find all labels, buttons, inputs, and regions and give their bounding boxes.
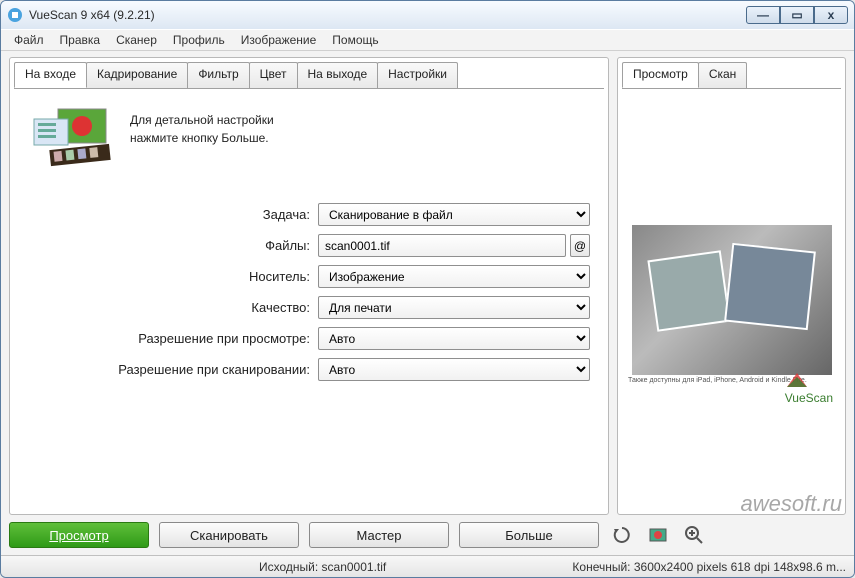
files-at-button[interactable]: @ xyxy=(570,234,590,257)
label-media: Носитель: xyxy=(28,269,318,284)
titlebar: VueScan 9 x64 (9.2.21) — ▭ х xyxy=(1,1,854,29)
tab-filter[interactable]: Фильтр xyxy=(187,62,249,88)
menu-file[interactable]: Файл xyxy=(7,31,51,49)
select-task[interactable]: Сканирование в файл xyxy=(318,203,590,226)
preview-tabs: Просмотр Скан xyxy=(622,62,841,88)
statusbar: Исходный: scan0001.tif Конечный: 3600x24… xyxy=(1,555,854,577)
menu-profile[interactable]: Профиль xyxy=(166,31,232,49)
close-button[interactable]: х xyxy=(814,6,848,24)
intro-text: Для детальной настройки нажмите кнопку Б… xyxy=(130,103,274,173)
color-icon[interactable] xyxy=(645,522,671,548)
menu-edit[interactable]: Правка xyxy=(53,31,108,49)
status-source: Исходный: scan0001.tif xyxy=(259,560,572,574)
row-media: Носитель: Изображение xyxy=(28,265,590,288)
label-quality: Качество: xyxy=(28,300,318,315)
preview-area[interactable]: Также доступны для iPad, iPhone, Android… xyxy=(622,88,841,510)
row-preview-res: Разрешение при просмотре: Авто xyxy=(28,327,590,350)
minimize-button[interactable]: — xyxy=(746,6,780,24)
row-files: Файлы: @ xyxy=(28,234,590,257)
preview-logo: VueScan xyxy=(785,371,833,405)
label-preview-res: Разрешение при просмотре: xyxy=(28,331,318,346)
intro-line1: Для детальной настройки xyxy=(130,111,274,129)
app-window: VueScan 9 x64 (9.2.21) — ▭ х Файл Правка… xyxy=(0,0,855,578)
window-title: VueScan 9 x64 (9.2.21) xyxy=(29,8,746,22)
tab-scan[interactable]: Скан xyxy=(698,62,747,88)
preview-image xyxy=(632,225,832,375)
maximize-button[interactable]: ▭ xyxy=(780,6,814,24)
intro-block: Для детальной настройки нажмите кнопку Б… xyxy=(28,103,590,173)
scan-button[interactable]: Сканировать xyxy=(159,522,299,548)
status-target: Конечный: 3600x2400 pixels 618 dpi 148x9… xyxy=(572,560,846,574)
preview-panel: Просмотр Скан Также доступны для iPad, i… xyxy=(617,57,846,515)
rotate-icon[interactable] xyxy=(609,522,635,548)
input-files[interactable] xyxy=(318,234,566,257)
menu-help[interactable]: Помощь xyxy=(325,31,385,49)
settings-tabs: На входе Кадрирование Фильтр Цвет На вых… xyxy=(14,62,604,88)
preview-button[interactable]: Просмотр xyxy=(9,522,149,548)
menubar: Файл Правка Сканер Профиль Изображение П… xyxy=(1,29,854,51)
zoom-icon[interactable] xyxy=(681,522,707,548)
menu-image[interactable]: Изображение xyxy=(234,31,324,49)
settings-panel: На входе Кадрирование Фильтр Цвет На вых… xyxy=(9,57,609,515)
menu-scanner[interactable]: Сканер xyxy=(109,31,164,49)
window-controls: — ▭ х xyxy=(746,6,848,24)
client-area: На входе Кадрирование Фильтр Цвет На вых… xyxy=(1,51,854,515)
tab-crop[interactable]: Кадрирование xyxy=(86,62,188,88)
tab-input[interactable]: На входе xyxy=(14,62,87,88)
intro-line2: нажмите кнопку Больше. xyxy=(130,129,274,147)
row-scan-res: Разрешение при сканировании: Авто xyxy=(28,358,590,381)
label-scan-res: Разрешение при сканировании: xyxy=(28,362,318,377)
action-bar: Просмотр Сканировать Мастер Больше aweso… xyxy=(1,515,854,555)
select-scan-res[interactable]: Авто xyxy=(318,358,590,381)
label-task: Задача: xyxy=(28,207,318,222)
tab-output[interactable]: На выходе xyxy=(297,62,379,88)
label-files: Файлы: xyxy=(28,238,318,253)
select-media[interactable]: Изображение xyxy=(318,265,590,288)
tab-preview[interactable]: Просмотр xyxy=(622,62,699,88)
select-quality[interactable]: Для печати xyxy=(318,296,590,319)
more-button[interactable]: Больше xyxy=(459,522,599,548)
input-form: Задача: Сканирование в файл Файлы: @ xyxy=(28,203,590,381)
row-task: Задача: Сканирование в файл xyxy=(28,203,590,226)
intro-graphic xyxy=(28,103,118,173)
row-quality: Качество: Для печати xyxy=(28,296,590,319)
tab-body-input: Для детальной настройки нажмите кнопку Б… xyxy=(14,88,604,510)
tab-prefs[interactable]: Настройки xyxy=(377,62,458,88)
wizard-button[interactable]: Мастер xyxy=(309,522,449,548)
select-preview-res[interactable]: Авто xyxy=(318,327,590,350)
tab-color[interactable]: Цвет xyxy=(249,62,298,88)
app-icon xyxy=(7,7,23,23)
